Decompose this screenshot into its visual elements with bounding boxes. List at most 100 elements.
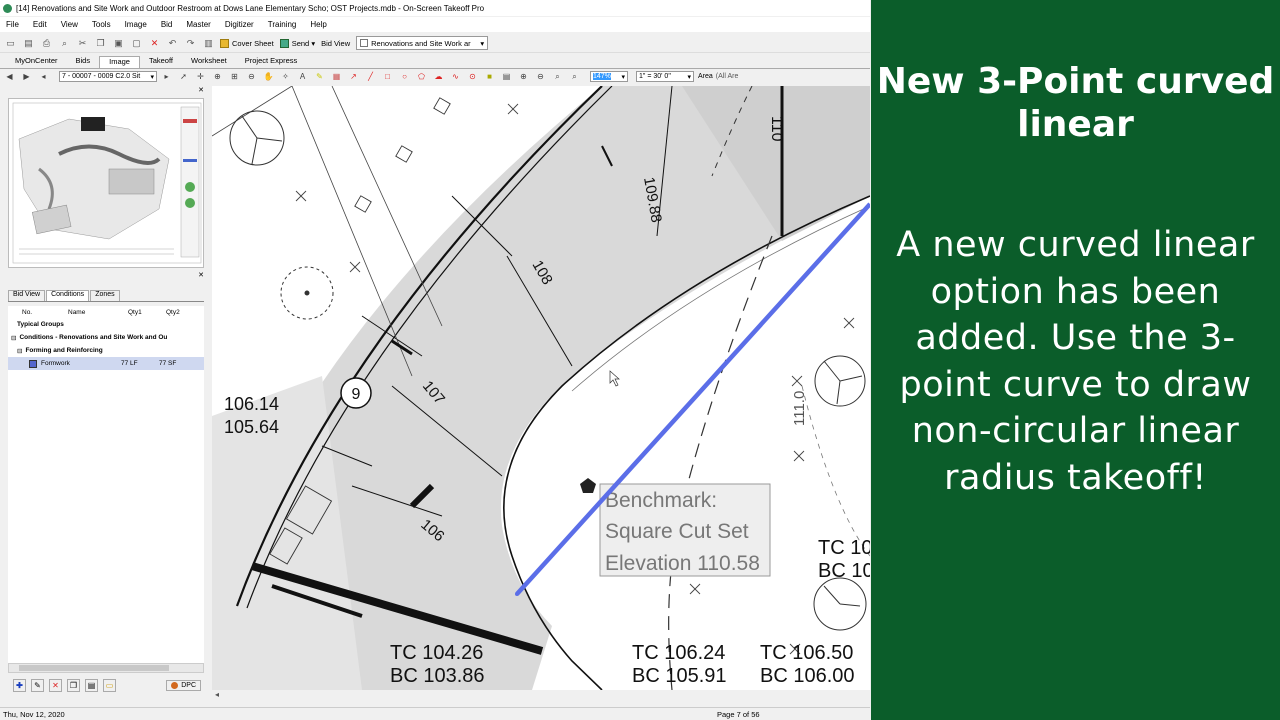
text-tool-icon[interactable]: A — [297, 71, 308, 82]
line-tool-icon[interactable]: ╱ — [365, 71, 376, 82]
menu-file[interactable]: File — [6, 20, 19, 29]
zoom-fit-icon[interactable]: ⌕ — [552, 71, 563, 82]
tab-takeoff[interactable]: Takeoff — [140, 56, 182, 68]
cover-sheet-button[interactable]: Cover Sheet — [220, 38, 274, 48]
zoom-out-icon[interactable]: ⊖ — [246, 71, 257, 82]
redo-icon[interactable]: ↷ — [184, 37, 197, 50]
cover-sheet-icon — [220, 38, 229, 48]
menu-view[interactable]: View — [61, 20, 78, 29]
open-folder-icon[interactable]: ▤ — [22, 37, 35, 50]
cut-icon[interactable]: ✂ — [76, 37, 89, 50]
prev-page-icon[interactable]: ◂ — [38, 71, 49, 82]
expander-icon[interactable]: ⊟ — [11, 334, 16, 342]
undo-icon[interactable]: ↶ — [166, 37, 179, 50]
paste-icon[interactable]: ▣ — [112, 37, 125, 50]
menu-image[interactable]: Image — [125, 20, 147, 29]
print-preview-icon[interactable]: ⌕ — [58, 37, 71, 50]
col-qty2[interactable]: Qty2 — [166, 309, 204, 316]
callout-tool-icon[interactable]: ⊙ — [467, 71, 478, 82]
promo-heading: New 3-Point curved linear — [876, 61, 1275, 145]
crosshair-icon[interactable]: ✛ — [195, 71, 206, 82]
condition-properties-icon[interactable]: ▤ — [85, 678, 98, 692]
tab-zones[interactable]: Zones — [90, 290, 120, 301]
delete-condition-icon[interactable]: ✕ — [49, 678, 62, 692]
zoom-in-icon[interactable]: ⊕ — [212, 71, 223, 82]
select-cursor-icon[interactable]: ➚ — [178, 71, 189, 82]
ellipse-tool-icon[interactable]: ○ — [399, 71, 410, 82]
scroll-left-icon[interactable]: ◂ — [215, 690, 219, 699]
zoom-actual-icon[interactable]: ⌕ — [569, 71, 580, 82]
copy-condition-icon[interactable]: ❐ — [67, 678, 80, 692]
condition-row[interactable]: Formwork 77 LF 77 SF — [8, 357, 204, 370]
tab-bid-view[interactable]: Bid View — [8, 290, 46, 301]
color-fill-icon[interactable]: ■ — [484, 71, 495, 82]
highlighter-icon[interactable]: ✎ — [314, 71, 325, 82]
dpc-button[interactable]: DPC — [166, 679, 201, 691]
delete-icon[interactable]: ✕ — [148, 37, 161, 50]
page-select[interactable]: 7 - 00007 - 0009 C2.0 Sit ▾ — [59, 71, 157, 82]
area-select[interactable]: (All Are — [716, 73, 739, 80]
menu-help[interactable]: Help — [310, 20, 326, 29]
expander-icon[interactable]: ⊟ — [17, 347, 22, 355]
conditions-hscroll-thumb[interactable] — [19, 665, 169, 671]
copy-icon[interactable]: ❐ — [94, 37, 107, 50]
scale-value: 1" = 30' 0" — [639, 73, 671, 80]
print-icon[interactable]: ⎙ — [40, 37, 53, 50]
conditions-hscrollbar[interactable] — [8, 663, 204, 673]
new-icon[interactable]: ▭ — [4, 37, 17, 50]
tab-project-express[interactable]: Project Express — [236, 56, 307, 68]
bid-view-select[interactable]: Renovations and Site Work ar ▾ — [356, 36, 489, 50]
col-name[interactable]: Name — [48, 309, 128, 316]
menu-training[interactable]: Training — [268, 20, 297, 29]
tab-myoncenter[interactable]: MyOnCenter — [6, 56, 67, 68]
condition-row[interactable]: ⊟ Conditions - Renovations and Site Work … — [8, 331, 204, 344]
paste-special-icon[interactable]: ▢ — [130, 37, 143, 50]
thumbnail-close-icon[interactable]: ✕ — [198, 86, 204, 94]
col-no[interactable]: No. — [8, 309, 48, 316]
scale-select[interactable]: 1" = 30' 0" ▾ — [636, 71, 694, 82]
condition-name: Forming and Reinforcing — [25, 347, 103, 354]
conditions-close-icon[interactable]: ✕ — [198, 271, 204, 279]
drawing-label-j: BC 10 — [818, 560, 870, 582]
send-button[interactable]: Send ▾ — [279, 38, 315, 48]
page-thumbnail[interactable] — [8, 98, 204, 268]
left-panel-tabs: Bid View Conditions Zones — [8, 290, 204, 302]
condition-name: Formwork — [41, 360, 70, 367]
menu-tools[interactable]: Tools — [92, 20, 111, 29]
menu-bid[interactable]: Bid — [161, 20, 173, 29]
zoom-minus-icon[interactable]: ⊖ — [535, 71, 546, 82]
cloud-tool-icon[interactable]: ☁ — [433, 71, 444, 82]
polygon-tool-icon[interactable]: ⬠ — [416, 71, 427, 82]
menu-edit[interactable]: Edit — [33, 20, 47, 29]
condition-row[interactable]: ⊟ Forming and Reinforcing — [8, 344, 204, 357]
image-settings-icon[interactable]: ▤ — [501, 71, 512, 82]
add-condition-icon[interactable]: ✚ — [13, 678, 26, 692]
col-qty1[interactable]: Qty1 — [128, 309, 166, 316]
send-icon — [279, 38, 289, 48]
next-page-icon[interactable]: ▸ — [161, 71, 172, 82]
drawing-hscrollbar[interactable]: ◂ — [212, 690, 870, 700]
zoom-window-icon[interactable]: ⊞ — [229, 71, 240, 82]
rectangle-tool-icon[interactable]: □ — [382, 71, 393, 82]
forward-icon[interactable]: ▶ — [21, 71, 32, 82]
menu-master[interactable]: Master — [186, 20, 210, 29]
condition-row[interactable]: Typical Groups — [8, 318, 204, 331]
zoom-plus-icon[interactable]: ⊕ — [518, 71, 529, 82]
menu-digitizer[interactable]: Digitizer — [225, 20, 254, 29]
stamp-icon[interactable]: ▦ — [331, 71, 342, 82]
tab-image[interactable]: Image — [99, 56, 140, 68]
edit-condition-icon[interactable]: ✎ — [31, 678, 44, 692]
promo-body: A new curved linear option has been adde… — [896, 225, 1255, 498]
pan-hand-icon[interactable]: ✋ — [263, 71, 274, 82]
tab-bids[interactable]: Bids — [67, 56, 100, 68]
arrow-tool-icon[interactable]: ↗ — [348, 71, 359, 82]
tab-conditions[interactable]: Conditions — [46, 290, 90, 301]
zoom-level-field[interactable]: 147% ▾ — [590, 71, 628, 82]
properties-icon[interactable]: ▥ — [202, 37, 215, 50]
freehand-tool-icon[interactable]: ∿ — [450, 71, 461, 82]
tab-worksheet[interactable]: Worksheet — [182, 56, 236, 68]
wand-icon[interactable]: ✧ — [280, 71, 291, 82]
drawing-canvas[interactable]: 9 106.14 105.64 TC 104.26 BC 103.86 TC 1… — [212, 86, 870, 690]
folder-icon[interactable]: ▭ — [103, 678, 116, 692]
back-icon[interactable]: ◀ — [4, 71, 15, 82]
